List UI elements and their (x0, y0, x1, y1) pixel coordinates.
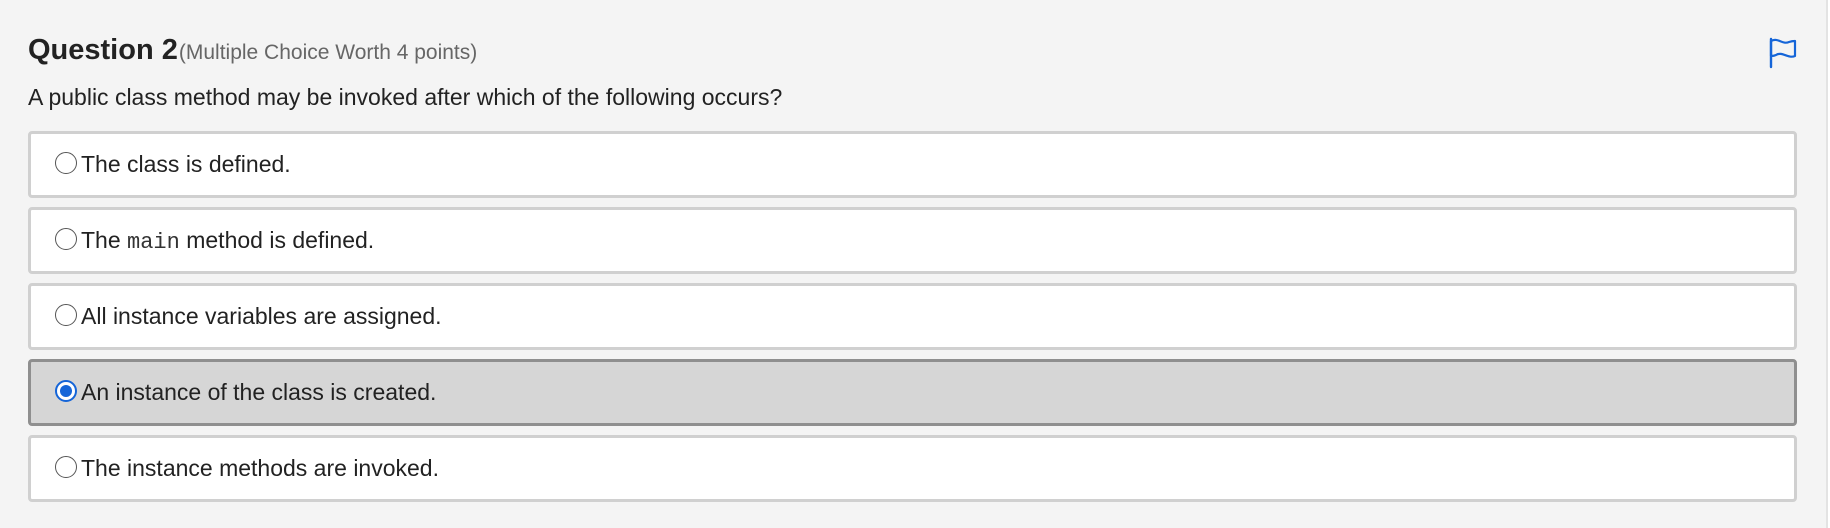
choice-label: All instance variables are assigned. (81, 303, 442, 329)
answer-choice-2[interactable]: The main method is defined. (28, 207, 1797, 274)
flag-icon[interactable] (1768, 37, 1798, 69)
choice-label: The main method is defined. (81, 227, 374, 255)
question-header: Question 2 (Multiple Choice Worth 4 poin… (28, 34, 477, 67)
answer-choice-3[interactable]: All instance variables are assigned. (28, 283, 1797, 350)
radio-button-icon[interactable] (55, 455, 77, 478)
choice-label: The instance methods are invoked. (81, 455, 439, 481)
answer-choice-5[interactable]: The instance methods are invoked. (28, 435, 1797, 502)
code-snippet: main (127, 229, 180, 255)
radio-button-icon[interactable] (55, 227, 77, 250)
answer-choices: The class is defined. The main method is… (28, 131, 1797, 511)
choice-label-prefix: The (81, 226, 128, 253)
radio-button-checked-icon[interactable] (55, 379, 77, 402)
question-title: Question 2 (28, 34, 178, 66)
choice-label-suffix: method is defined. (179, 226, 375, 253)
choice-label: An instance of the class is created. (81, 379, 437, 405)
question-panel: Question 2 (Multiple Choice Worth 4 poin… (0, 0, 1828, 528)
radio-button-icon[interactable] (55, 303, 77, 326)
question-prompt: A public class method may be invoked aft… (28, 84, 783, 110)
question-type-info: (Multiple Choice Worth 4 points) (178, 41, 478, 64)
radio-button-icon[interactable] (55, 151, 77, 174)
answer-choice-1[interactable]: The class is defined. (28, 131, 1797, 198)
answer-choice-4[interactable]: An instance of the class is created. (28, 359, 1797, 426)
choice-label: The class is defined. (81, 151, 291, 177)
